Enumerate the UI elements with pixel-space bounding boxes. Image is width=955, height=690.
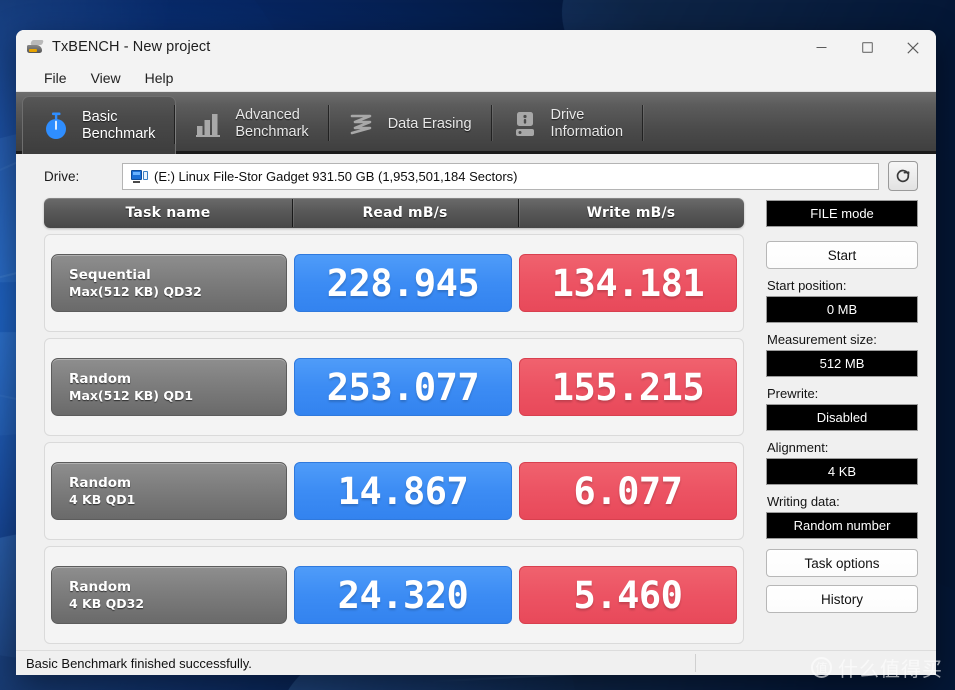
task-label-random-512k: Random Max(512 KB) QD1 — [51, 358, 287, 416]
drive-info-icon — [508, 110, 542, 138]
task-line2: Max(512 KB) QD1 — [69, 387, 194, 403]
menu-view[interactable]: View — [81, 67, 131, 89]
results-rows: Sequential Max(512 KB) QD32 228.945 134.… — [44, 228, 744, 650]
start-button[interactable]: Start — [766, 241, 918, 269]
column-header-read-mbs: Read mB/s — [292, 199, 518, 227]
start-position-label: Start position: — [767, 278, 847, 293]
history-button[interactable]: History — [766, 585, 918, 613]
eraser-waves-icon — [345, 111, 379, 137]
options-sidebar: FILE mode Start Start position: 0 MB Mea… — [766, 198, 918, 650]
task-line2: Max(512 KB) QD32 — [69, 283, 202, 299]
drive-select[interactable]: (E:) Linux File-Stor Gadget 931.50 GB (1… — [122, 162, 879, 190]
measurement-size-value[interactable]: 512 MB — [766, 350, 918, 377]
column-header-write-mbs: Write mB/s — [518, 199, 744, 227]
table-row: Random Max(512 KB) QD1 253.077 155.215 — [44, 338, 744, 436]
file-mode-button[interactable]: FILE mode — [766, 200, 918, 227]
tab-drive-information[interactable]: Drive Information — [492, 97, 644, 151]
drive-label: Drive: — [44, 168, 80, 184]
app-icon — [27, 39, 44, 55]
column-header-task-name: Task name — [125, 205, 211, 221]
tab-advanced-benchmark-label: Advanced Benchmark — [235, 107, 309, 140]
tab-data-erasing[interactable]: Data Erasing — [329, 97, 492, 151]
status-bar: Basic Benchmark finished successfully. — [16, 650, 936, 675]
table-row: Random 4 KB QD32 24.320 5.460 — [44, 546, 744, 644]
tab-basic-benchmark-label: Basic Benchmark — [82, 108, 156, 142]
drive-selected-value: (E:) Linux File-Stor Gadget 931.50 GB (1… — [154, 168, 518, 184]
drive-icon — [131, 169, 148, 183]
results-table-header: Task name Read mB/s Write mB/s — [44, 198, 744, 228]
content-split: Task name Read mB/s Write mB/s Sequentia… — [16, 198, 936, 650]
main-content: Drive: (E:) Linux File-Stor Gadget 931.5… — [16, 154, 936, 675]
menu-file[interactable]: File — [34, 67, 77, 89]
tab-advanced-benchmark[interactable]: Advanced Benchmark — [176, 97, 329, 151]
refresh-button[interactable] — [888, 161, 918, 191]
tab-data-erasing-label: Data Erasing — [387, 115, 472, 132]
alignment-value[interactable]: 4 KB — [766, 458, 918, 485]
read-value: 228.945 — [294, 254, 512, 312]
tab-basic-benchmark[interactable]: Basic Benchmark — [22, 96, 177, 154]
close-icon — [907, 41, 919, 54]
window-title: TxBENCH - New project — [52, 39, 211, 55]
write-value: 6.077 — [519, 462, 737, 520]
start-position-value[interactable]: 0 MB — [766, 296, 918, 323]
write-value: 155.215 — [519, 358, 737, 416]
prewrite-value[interactable]: Disabled — [766, 404, 918, 431]
status-divider — [695, 654, 696, 672]
table-row: Random 4 KB QD1 14.867 6.077 — [44, 442, 744, 540]
write-value: 134.181 — [519, 254, 737, 312]
minimize-icon — [816, 46, 826, 49]
prewrite-label: Prewrite: — [767, 386, 819, 401]
write-value: 5.460 — [519, 566, 737, 624]
table-row: Sequential Max(512 KB) QD32 228.945 134.… — [44, 234, 744, 332]
task-label-sequential: Sequential Max(512 KB) QD32 — [51, 254, 287, 312]
read-value: 253.077 — [294, 358, 512, 416]
application-window: TxBENCH - New project File View Help Bas… — [16, 30, 936, 675]
bar-chart-icon — [192, 111, 226, 137]
alignment-label: Alignment: — [767, 440, 829, 455]
title-bar: TxBENCH - New project — [16, 30, 936, 65]
menu-help[interactable]: Help — [135, 67, 184, 89]
refresh-icon — [896, 169, 910, 183]
stopwatch-icon — [39, 111, 73, 141]
writing-data-label: Writing data: — [767, 494, 840, 509]
task-line1: Sequential — [69, 266, 151, 283]
task-line2: 4 KB QD32 — [69, 595, 145, 611]
maximize-button[interactable] — [844, 30, 890, 65]
tab-drive-information-label: Drive Information — [550, 107, 624, 140]
measurement-size-label: Measurement size: — [767, 332, 877, 347]
read-value: 24.320 — [294, 566, 512, 624]
task-line1: Random — [69, 370, 132, 387]
task-line1: Random — [69, 474, 132, 491]
task-line2: 4 KB QD1 — [69, 491, 136, 507]
menu-bar: File View Help — [16, 65, 936, 92]
window-controls — [798, 30, 936, 65]
status-message: Basic Benchmark finished successfully. — [26, 655, 252, 671]
writing-data-value[interactable]: Random number — [766, 512, 918, 539]
tab-strip: Basic Benchmark Advanced Benchmark Data … — [16, 92, 936, 154]
maximize-icon — [861, 42, 873, 53]
results-panel: Task name Read mB/s Write mB/s Sequentia… — [44, 198, 744, 650]
drive-selector-row: Drive: (E:) Linux File-Stor Gadget 931.5… — [16, 154, 936, 198]
task-options-button[interactable]: Task options — [766, 549, 918, 577]
close-button[interactable] — [890, 30, 936, 65]
minimize-button[interactable] — [798, 30, 844, 65]
task-label-random-4k-qd1: Random 4 KB QD1 — [51, 462, 287, 520]
read-value: 14.867 — [294, 462, 512, 520]
task-label-random-4k-qd32: Random 4 KB QD32 — [51, 566, 287, 624]
task-line1: Random — [69, 578, 132, 595]
